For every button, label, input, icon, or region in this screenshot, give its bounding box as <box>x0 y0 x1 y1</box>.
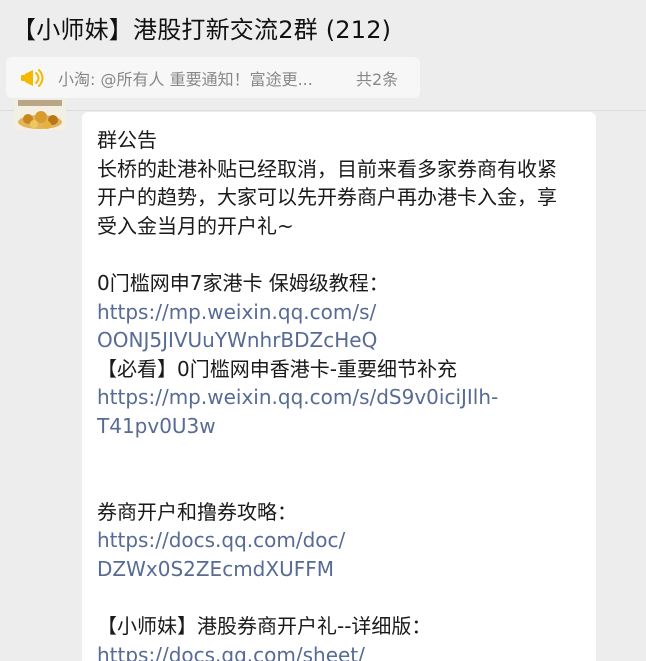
message-text-line: 开户的趋势，大家可以先开券商户再办港卡入金，享 <box>97 185 557 210</box>
notice-count[interactable]: 共2条 <box>356 66 398 90</box>
message-bubble[interactable]: 群公告 长桥的赴港补贴已经取消，目前来看多家券商有收紧 开户的趋势，大家可以先开… <box>82 112 596 661</box>
sheet-link[interactable]: https://docs.qq.com/sheet/ <box>97 641 582 661</box>
tutorial-link[interactable]: OONJ5JIVUuYWnhrBDZcHeQ <box>97 326 582 355</box>
tutorial-link[interactable]: https://mp.weixin.qq.com/s/ <box>97 298 582 327</box>
message-text-line: 【必看】0门槛网申香港卡-重要细节补充 <box>97 356 457 381</box>
chat-window: 【小师妹】港股打新交流2群 (212) 小淘: @所有人 重要通知！富途更...… <box>0 0 646 661</box>
sender-avatar[interactable] <box>14 100 66 130</box>
announcement-heading: 群公告 <box>97 128 157 152</box>
message-text-line: 长桥的赴港补贴已经取消，目前来看多家券商有收紧 <box>97 156 557 181</box>
message-text-line: 0门槛网申7家港卡 保姆级教程： <box>97 270 389 295</box>
megaphone-icon <box>18 67 46 89</box>
message-text-line: 【小师妹】港股券商开户礼--详细版： <box>97 614 432 639</box>
guide-doc-link[interactable]: DZWx0S2ZEcmdXUFFM <box>97 555 582 584</box>
message-text-line: 券商开户和撸券攻略： <box>97 499 297 524</box>
divider <box>0 110 646 111</box>
supplement-link[interactable]: https://mp.weixin.qq.com/s/dS9v0iciJIlh- <box>97 383 582 412</box>
message-text-line: 受入金当月的开户礼~ <box>97 213 294 238</box>
pinned-notice-bar[interactable]: 小淘: @所有人 重要通知！富途更... 共2条 <box>6 57 420 98</box>
supplement-link[interactable]: T41pv0U3w <box>97 412 582 441</box>
guide-doc-link[interactable]: https://docs.qq.com/doc/ <box>97 526 582 555</box>
notice-preview-text: 小淘: @所有人 重要通知！富途更... <box>58 69 313 89</box>
chat-title: 【小师妹】港股打新交流2群 (212) <box>12 16 392 44</box>
